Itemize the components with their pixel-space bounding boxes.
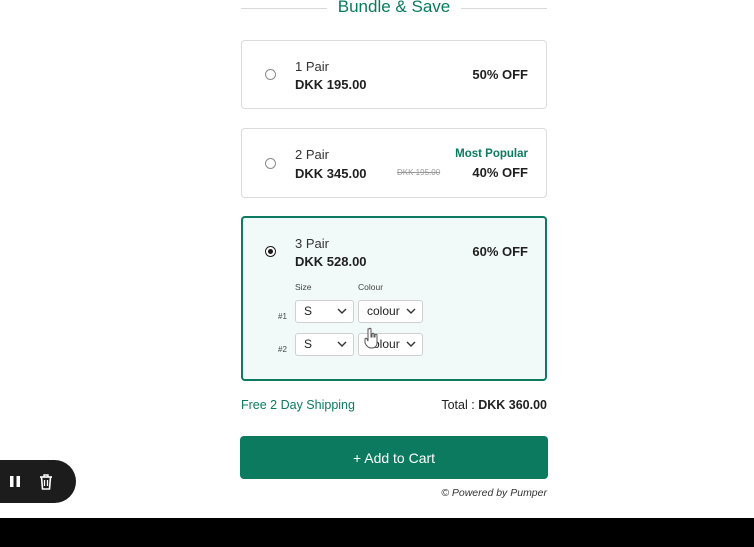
- bundle-header: Bundle & Save: [241, 0, 547, 18]
- chevron-down-icon: [337, 308, 347, 314]
- total-label: Total :: [441, 398, 475, 412]
- bundle-option-1[interactable]: 1 Pair DKK 195.00 50% OFF: [241, 40, 547, 109]
- colour-label: Colour: [358, 282, 384, 292]
- radio-option-2[interactable]: [265, 158, 276, 169]
- chevron-down-icon: [337, 341, 347, 347]
- option-2-compare-price: DKK 195.00: [397, 168, 441, 177]
- bundle-option-3[interactable]: 3 Pair DKK 528.00 60% OFF Size Colour #1…: [241, 216, 547, 381]
- size-select-1[interactable]: S: [295, 300, 354, 323]
- total-value: DKK 360.00: [478, 398, 547, 412]
- option-2-pair: 2 Pair: [295, 147, 329, 162]
- chevron-down-icon: [406, 341, 416, 347]
- hand-cursor-icon: [364, 327, 378, 349]
- radio-option-3[interactable]: [265, 246, 276, 257]
- option-1-discount: 50% OFF: [472, 67, 528, 82]
- option-3-discount: 60% OFF: [472, 244, 528, 259]
- colour-select-1-value: colour: [367, 304, 400, 318]
- free-shipping-text: Free 2 Day Shipping: [241, 398, 355, 412]
- radio-option-1[interactable]: [265, 69, 276, 80]
- chevron-down-icon: [406, 308, 416, 314]
- option-2-discount: 40% OFF: [472, 165, 528, 180]
- option-2-price: DKK 345.00: [295, 166, 367, 181]
- powered-by-text: © Powered by Pumper: [441, 487, 547, 499]
- add-to-cart-button[interactable]: + Add to Cart: [240, 436, 548, 479]
- option-1-price: DKK 195.00: [295, 77, 367, 92]
- most-popular-badge: Most Popular: [455, 148, 528, 160]
- option-3-price: DKK 528.00: [295, 254, 367, 269]
- size-select-1-value: S: [304, 304, 313, 318]
- size-label: Size: [295, 282, 312, 292]
- size-select-2-value: S: [304, 337, 313, 351]
- option-3-pair: 3 Pair: [295, 236, 329, 251]
- order-total: Total : DKK 360.00: [441, 398, 547, 412]
- bottom-bar: [0, 518, 754, 547]
- variant-row-2-number: #2: [278, 345, 287, 354]
- floating-toolbar: [0, 460, 76, 503]
- variant-row-1-number: #1: [278, 312, 287, 321]
- size-select-2[interactable]: S: [295, 333, 354, 356]
- bundle-option-2[interactable]: 2 Pair DKK 345.00 Most Popular DKK 195.0…: [241, 128, 547, 198]
- colour-select-1[interactable]: colour: [358, 300, 423, 323]
- option-1-pair: 1 Pair: [295, 59, 329, 74]
- trash-icon[interactable]: [38, 473, 54, 490]
- pause-icon[interactable]: [9, 475, 21, 488]
- divider-right: [461, 8, 547, 9]
